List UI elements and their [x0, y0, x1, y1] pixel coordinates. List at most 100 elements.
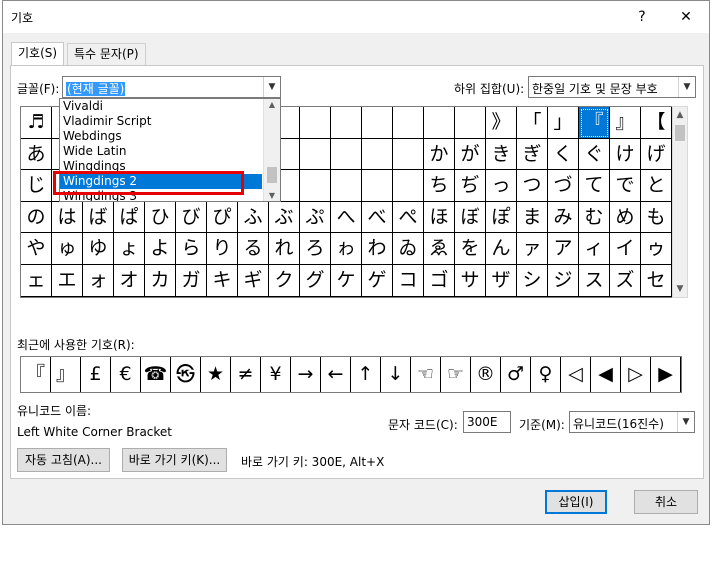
symbol-cell[interactable]: て: [579, 170, 610, 202]
symbol-cell[interactable]: ひ: [145, 201, 176, 234]
symbol-cell[interactable]: く: [548, 138, 579, 171]
symbol-cell[interactable]: ズ: [610, 265, 641, 297]
symbol-cell[interactable]: [331, 138, 362, 171]
symbol-cell[interactable]: ィ: [579, 233, 610, 265]
symbol-cell[interactable]: ェ: [21, 265, 52, 297]
symbol-cell[interactable]: [393, 170, 424, 202]
symbol-cell[interactable]: 【: [641, 107, 672, 139]
symbol-cell[interactable]: [300, 107, 331, 139]
symbol-cell[interactable]: 」: [548, 107, 579, 139]
symbol-cell[interactable]: が: [455, 138, 486, 171]
symbol-cell[interactable]: ろ: [300, 233, 331, 265]
symbol-cell[interactable]: ぽ: [486, 201, 517, 234]
symbol-cell[interactable]: よ: [145, 233, 176, 265]
symbol-grid-scrollbar[interactable]: ▲ ▼: [672, 106, 688, 298]
recent-symbols-grid[interactable]: 『』 £ € ☎ ㉿ ★ ≠ ¥ → ← ↑ ↓ ☜ ☞ ® ♂ ♀ ◁ ◀ ▷ ▶: [20, 356, 682, 393]
symbol-cell[interactable]: [393, 107, 424, 139]
chevron-down-icon[interactable]: ▼: [677, 412, 694, 432]
symbol-cell[interactable]: づ: [548, 170, 579, 202]
help-icon[interactable]: ?: [627, 5, 657, 29]
shortcut-key-button[interactable]: 바로 가기 키(K)...: [122, 448, 227, 472]
symbol-cell[interactable]: ォ: [83, 265, 114, 297]
symbol-cell[interactable]: [455, 107, 486, 139]
symbol-cell[interactable]: ぱ: [114, 201, 145, 234]
symbol-cell[interactable]: と: [641, 170, 672, 202]
symbol-cell[interactable]: げ: [641, 138, 672, 171]
from-select[interactable]: 유니코드(16진수) ▼: [569, 411, 695, 433]
symbol-cell[interactable]: ん: [486, 233, 517, 265]
recent-symbol-cell[interactable]: ㉿: [171, 357, 201, 392]
symbol-cell[interactable]: 』: [610, 107, 641, 139]
symbol-cell[interactable]: キ: [207, 265, 238, 297]
autocorrect-button[interactable]: 자동 고침(A)...: [17, 448, 110, 472]
recent-symbol-cell[interactable]: €: [111, 357, 141, 392]
recent-symbol-cell[interactable]: ♀: [531, 357, 561, 392]
subset-select[interactable]: 한중일 기호 및 문장 부호 ▼: [528, 76, 696, 98]
symbol-cell[interactable]: わ: [362, 233, 393, 265]
recent-symbol-cell[interactable]: ←: [321, 357, 351, 392]
symbol-cell[interactable]: コ: [393, 265, 424, 297]
symbol-cell[interactable]: れ: [269, 233, 300, 265]
symbol-cell[interactable]: セ: [641, 265, 672, 297]
font-dropdown-item[interactable]: Vladimir Script: [60, 114, 262, 129]
font-dropdown-scrollbar[interactable]: ▲ ▼: [263, 99, 280, 201]
symbol-cell[interactable]: ぐ: [579, 138, 610, 171]
symbol-cell[interactable]: ぶ: [269, 201, 300, 234]
symbol-cell[interactable]: 『: [579, 107, 610, 139]
symbol-cell[interactable]: ば: [83, 201, 114, 234]
symbol-cell[interactable]: を: [455, 233, 486, 265]
symbol-cell[interactable]: で: [610, 170, 641, 202]
symbol-cell[interactable]: 》: [486, 107, 517, 139]
symbol-cell[interactable]: め: [610, 201, 641, 234]
symbol-cell[interactable]: り: [207, 233, 238, 265]
symbol-cell[interactable]: [331, 170, 362, 202]
recent-symbol-cell[interactable]: ¥: [261, 357, 291, 392]
symbol-cell[interactable]: ス: [579, 265, 610, 297]
recent-symbol-cell[interactable]: ☞: [441, 357, 471, 392]
symbol-cell[interactable]: ♬: [21, 107, 52, 139]
recent-symbol-cell[interactable]: 『: [21, 357, 51, 392]
symbol-cell[interactable]: イ: [610, 233, 641, 265]
symbol-cell[interactable]: ゴ: [424, 265, 455, 297]
symbol-cell[interactable]: の: [21, 201, 52, 234]
symbol-cell[interactable]: み: [548, 201, 579, 234]
symbol-cell[interactable]: ァ: [517, 233, 548, 265]
recent-symbol-cell[interactable]: ◀: [591, 357, 621, 392]
symbol-cell[interactable]: む: [579, 201, 610, 234]
scroll-thumb[interactable]: [675, 125, 685, 141]
recent-symbol-cell[interactable]: ☜: [411, 357, 441, 392]
scroll-down-icon[interactable]: ▼: [673, 281, 687, 297]
symbol-cell[interactable]: ジ: [548, 265, 579, 297]
chevron-down-icon[interactable]: ▼: [263, 77, 280, 97]
symbol-cell[interactable]: か: [424, 138, 455, 171]
recent-symbol-cell[interactable]: ☎: [141, 357, 171, 392]
symbol-cell[interactable]: つ: [517, 170, 548, 202]
symbol-cell[interactable]: べ: [362, 201, 393, 234]
recent-symbol-cell[interactable]: ≠: [231, 357, 261, 392]
symbol-cell[interactable]: ゐ: [393, 233, 424, 265]
symbol-cell[interactable]: オ: [114, 265, 145, 297]
symbol-cell[interactable]: ら: [176, 233, 207, 265]
symbol-cell[interactable]: じ: [21, 170, 52, 202]
symbol-cell[interactable]: ぺ: [393, 201, 424, 234]
symbol-cell[interactable]: び: [176, 201, 207, 234]
symbol-cell[interactable]: [393, 138, 424, 171]
symbol-cell[interactable]: は: [52, 201, 83, 234]
symbol-cell[interactable]: ゎ: [331, 233, 362, 265]
font-dropdown-item[interactable]: Webdings: [60, 129, 262, 144]
scroll-down-icon[interactable]: ▼: [264, 191, 280, 200]
recent-symbol-cell[interactable]: ®: [471, 357, 501, 392]
symbol-cell[interactable]: ょ: [114, 233, 145, 265]
symbol-cell[interactable]: ち: [424, 170, 455, 202]
recent-symbol-cell[interactable]: ▶: [651, 357, 681, 392]
symbol-cell[interactable]: ゅ: [52, 233, 83, 265]
symbol-cell[interactable]: [424, 107, 455, 139]
symbol-cell[interactable]: ゆ: [83, 233, 114, 265]
recent-symbol-cell[interactable]: ★: [201, 357, 231, 392]
scroll-up-icon[interactable]: ▲: [673, 107, 687, 123]
recent-symbol-cell[interactable]: ↑: [351, 357, 381, 392]
symbol-cell[interactable]: っ: [486, 170, 517, 202]
symbol-cell[interactable]: ま: [517, 201, 548, 234]
font-dropdown-item[interactable]: Vivaldi: [60, 99, 262, 114]
symbol-cell[interactable]: あ: [21, 138, 52, 171]
